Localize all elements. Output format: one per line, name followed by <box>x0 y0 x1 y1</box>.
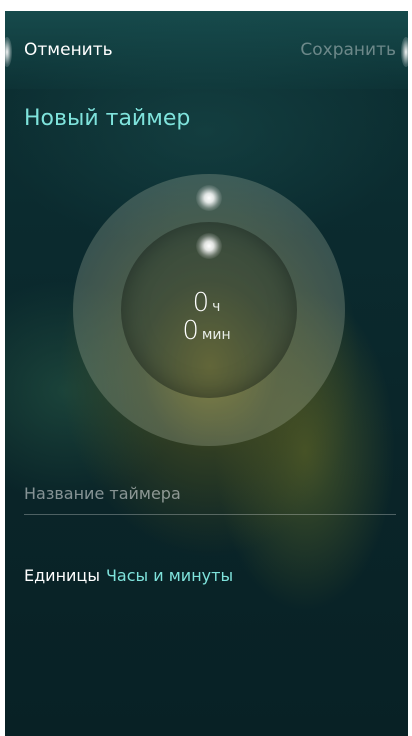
left-edge-glow <box>5 37 12 67</box>
minutes-value: 0 <box>182 316 199 346</box>
save-button[interactable]: Сохранить <box>300 40 396 60</box>
right-edge-glow <box>401 37 408 67</box>
page-title: Новый таймер <box>24 106 191 131</box>
minutes-display: 0 мин <box>5 316 408 346</box>
units-label: Единицы <box>24 566 100 585</box>
hours-display: 0ч <box>5 288 408 318</box>
units-value[interactable]: Часы и минуты <box>106 566 233 585</box>
hours-value: 0 <box>192 288 210 318</box>
timer-name-input[interactable] <box>24 478 396 515</box>
timer-screen: Отменить Сохранить Новый таймер 0ч 0 мин … <box>5 11 408 736</box>
cancel-button[interactable]: Отменить <box>24 40 113 60</box>
top-action-bar: Отменить Сохранить <box>5 11 408 89</box>
hours-unit: ч <box>212 299 221 315</box>
hours-dial-handle[interactable] <box>196 185 222 211</box>
units-setting[interactable]: Единицы Часы и минуты <box>24 566 233 585</box>
minutes-dial-handle[interactable] <box>196 233 222 259</box>
minutes-unit: мин <box>201 327 231 343</box>
